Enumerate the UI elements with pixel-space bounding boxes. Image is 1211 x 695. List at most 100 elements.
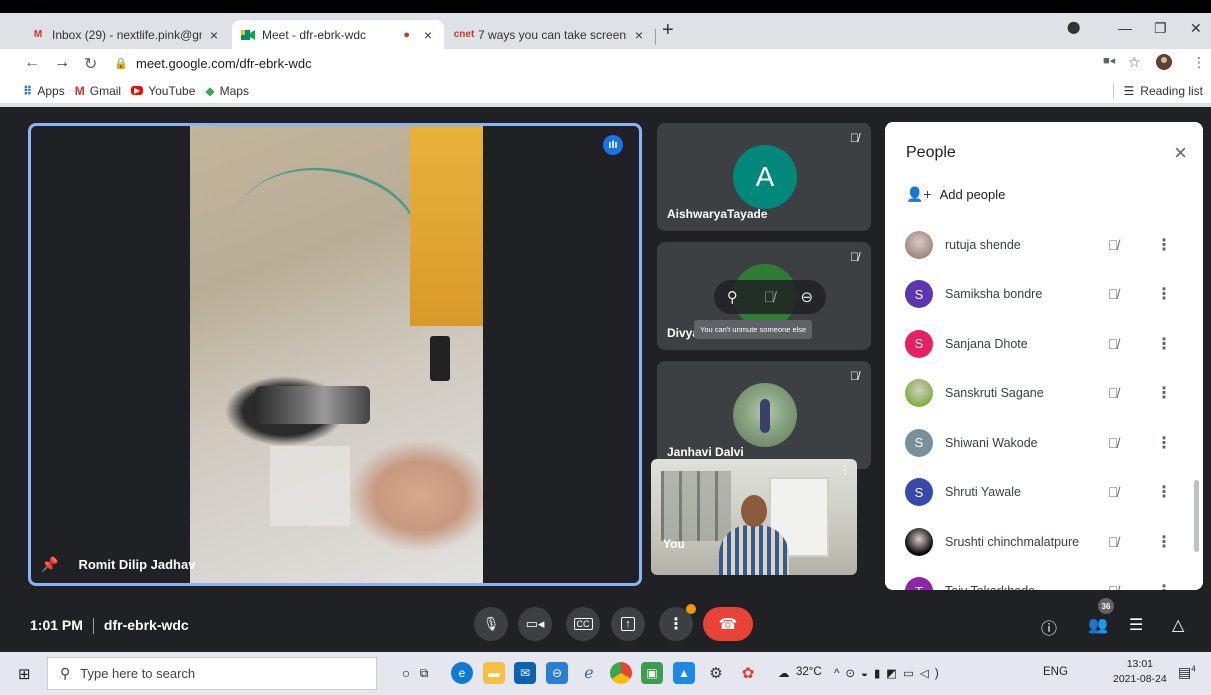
more-options-icon[interactable]: ⋮ [1156, 532, 1172, 552]
minimize-button[interactable]: — [1118, 20, 1132, 36]
mail-icon[interactable]: ✉ [514, 662, 536, 684]
reading-list-button[interactable]: ☰ Reading list [1112, 83, 1203, 99]
address-bar[interactable]: 🔒 meet.google.com/dfr-ebrk-wdc [114, 52, 1114, 75]
pin-icon[interactable]: ⚲ [727, 288, 738, 306]
meet-stage: ıIı 📌 Romit Dilip Jadhav A 🎙̸ AishwaryaT… [0, 107, 1211, 652]
camera-icon[interactable]: ■◂ [1103, 54, 1115, 67]
tooltip: You can't unmute someone else [694, 320, 813, 339]
more-options-icon[interactable]: ⋮ [1156, 334, 1172, 354]
system-tray-icons[interactable]: ^⊙◒▮◩▭◁) [834, 666, 945, 680]
tab-gmail[interactable]: M Inbox (29) - nextlife.pink@gmail.c × [22, 20, 230, 49]
taskbar-search[interactable]: ⚲ Type here to search [47, 657, 377, 690]
avatar[interactable] [1156, 54, 1172, 73]
activities-icon[interactable]: △ [1172, 615, 1184, 635]
participant-tile[interactable]: 🎙̸ Divya ⚲ 🎙̸ ⊖ You can't unmute someone… [657, 242, 871, 350]
reload-icon[interactable]: ↻ [84, 54, 97, 74]
forward-icon[interactable]: → [54, 54, 70, 72]
notifications-icon[interactable]: ▤4 [1178, 664, 1196, 681]
meeting-details-icon[interactable]: ⓘ [1041, 615, 1057, 639]
store-icon[interactable]: ⊖ [546, 662, 568, 684]
participant-row[interactable]: T Tejv Tekarkhede 🎙̸ ⋮ [885, 567, 1203, 590]
participant-row[interactable]: rutuja shende 🎙̸ ⋮ [885, 220, 1203, 270]
camera-button[interactable]: ▭◂ [518, 607, 552, 641]
profile-tab-icon[interactable]: ⬤ [1067, 20, 1080, 34]
tab-label: 7 ways you can take screenshots [478, 27, 627, 42]
pin-icon[interactable]: 📌 [41, 556, 58, 573]
microphone-button[interactable]: 🎙 [474, 607, 508, 641]
more-options-icon[interactable]: ⋮ [1156, 235, 1172, 255]
bookmark-gmail[interactable]: M Gmail [75, 84, 121, 98]
restore-button[interactable]: ❐ [1154, 20, 1167, 37]
more-options-icon[interactable]: ⋮ [1156, 383, 1172, 403]
back-icon[interactable]: ← [24, 54, 40, 72]
weather-temperature[interactable]: 32°C [796, 666, 822, 678]
mic-off-icon[interactable]: 🎙̸ [1108, 534, 1119, 550]
weather-icon[interactable]: ☁ [778, 666, 790, 680]
participant-row[interactable]: S Sanjana Dhote 🎙̸ ⋮ [885, 319, 1203, 369]
reading-list-label: Reading list [1140, 84, 1203, 98]
participant-row[interactable]: S Samiksha bondre 🎙̸ ⋮ [885, 270, 1203, 320]
avatar [733, 383, 797, 447]
participant-tile[interactable]: 🎙̸ Janhavi Dalvi [657, 361, 871, 469]
more-options-icon[interactable]: ⋮ [1156, 581, 1172, 590]
tab-cnet[interactable]: cnet 7 ways you can take screenshots × [448, 20, 655, 49]
main-video-tile[interactable]: ıIı 📌 Romit Dilip Jadhav [28, 123, 642, 586]
participant-row[interactable]: S Shiwani Wakode 🎙̸ ⋮ [885, 418, 1203, 468]
new-tab-button[interactable]: + [662, 19, 674, 42]
mute-participant-icon[interactable]: 🎙̸ [764, 289, 775, 306]
internet-explorer-icon[interactable]: ℯ [578, 662, 600, 684]
language-indicator[interactable]: ENG [1043, 666, 1068, 678]
mic-off-icon[interactable]: 🎙̸ [1108, 484, 1119, 500]
chrome-icon[interactable] [610, 662, 632, 684]
mic-off-icon[interactable]: 🎙̸ [1108, 336, 1119, 352]
camtasia-icon[interactable]: ▣ [641, 662, 663, 684]
bookmark-maps[interactable]: ◆ Maps [205, 84, 249, 98]
chat-icon[interactable]: ☰ [1129, 615, 1143, 635]
more-options-icon[interactable]: ⋮ [839, 463, 851, 477]
main-video-feed [190, 126, 483, 583]
task-view-icon[interactable]: ⧉ [413, 662, 435, 684]
bookmark-youtube[interactable]: ▶ YouTube [131, 84, 195, 98]
participant-row[interactable]: Sanskruti Sagane 🎙̸ ⋮ [885, 369, 1203, 419]
settings-icon[interactable]: ⚙ [705, 662, 727, 684]
screen-top-bar [0, 0, 1211, 13]
close-icon[interactable]: × [1174, 140, 1187, 166]
mic-off-icon[interactable]: 🎙̸ [1108, 435, 1119, 451]
clock[interactable]: 13:01 2021-08-24 [1113, 657, 1167, 687]
people-icon[interactable]: 👥 [1088, 615, 1108, 635]
close-icon[interactable]: × [631, 27, 647, 43]
paint-icon[interactable]: ✿ [737, 662, 759, 684]
photos-icon[interactable]: ▲ [673, 662, 695, 684]
leave-call-button[interactable]: ☎ [703, 607, 753, 641]
present-button[interactable]: ↑ [611, 607, 645, 641]
participant-row[interactable]: S Shruti Yawale 🎙̸ ⋮ [885, 468, 1203, 518]
add-people-button[interactable]: 👤+ Add people [906, 186, 1005, 203]
participant-tile[interactable]: A 🎙̸ AishwaryaTayade [657, 123, 871, 231]
mic-off-icon[interactable]: 🎙̸ [1108, 583, 1119, 590]
self-view-tile[interactable]: ⋮ You [651, 459, 857, 575]
menu-icon[interactable]: ⋮ [1192, 54, 1206, 71]
more-options-icon[interactable]: ⋮ [1156, 482, 1172, 502]
more-options-icon[interactable]: ⋮ [1156, 433, 1172, 453]
star-icon[interactable]: ☆ [1128, 54, 1141, 71]
close-icon[interactable]: × [420, 27, 436, 43]
mic-off-icon[interactable]: 🎙̸ [1108, 286, 1119, 302]
close-window-button[interactable]: ✕ [1190, 20, 1202, 37]
more-options-icon[interactable]: ⋮ [1156, 284, 1172, 304]
tab-meet[interactable]: Meet - dfr-ebrk-wdc ● × [232, 20, 444, 49]
file-explorer-icon[interactable]: ▬ [483, 662, 505, 684]
edge-icon[interactable]: e [451, 662, 473, 684]
close-icon[interactable]: × [206, 27, 222, 43]
meeting-code[interactable]: dfr-ebrk-wdc [104, 617, 189, 633]
windows-start-icon[interactable]: ⊞ [18, 665, 31, 683]
participant-name: Janhavi Dalvi [667, 445, 744, 459]
captions-button[interactable]: CC [566, 607, 600, 641]
participant-row[interactable]: Srushti chinchmalatpure 🎙̸ ⋮ [885, 517, 1203, 567]
gmail-icon: M [74, 83, 85, 98]
bookmark-apps[interactable]: ⠿ Apps [23, 84, 65, 98]
mic-off-icon[interactable]: 🎙̸ [1108, 237, 1119, 253]
scrollbar[interactable] [1194, 480, 1199, 552]
remove-icon[interactable]: ⊖ [801, 288, 814, 306]
mic-off-icon[interactable]: 🎙̸ [1108, 385, 1119, 401]
hang-up-icon: ☎ [718, 616, 738, 633]
